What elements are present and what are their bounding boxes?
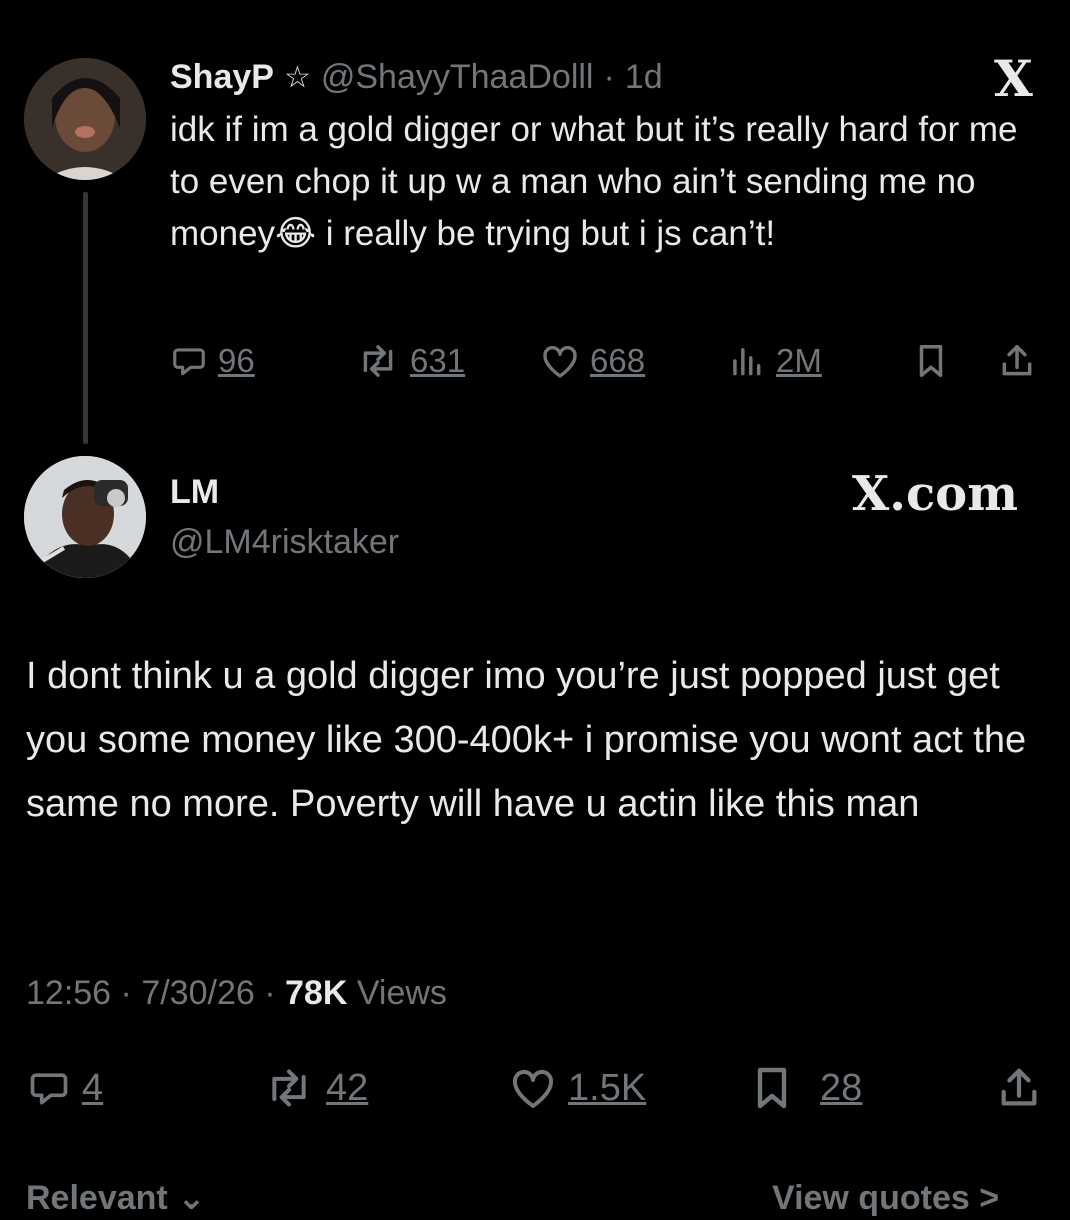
bookmark-icon	[912, 341, 950, 381]
quoted-repost-count: 631	[410, 342, 466, 379]
reply-bookmark-count: 28	[820, 1066, 863, 1109]
quoted-views-button[interactable]: 2M	[726, 336, 822, 386]
quoted-share-button[interactable]	[998, 336, 1036, 386]
star-icon: ☆	[283, 60, 311, 94]
quoted-like-button[interactable]: 668	[540, 336, 645, 386]
quoted-header: ShayP ☆ @ShayyThaaDolll · 1d	[170, 54, 970, 100]
laughing-emoji-icon: 😂	[275, 214, 316, 253]
avatar-shayp[interactable]	[24, 58, 146, 180]
heart-icon	[540, 342, 580, 380]
time-separator: ·	[603, 57, 615, 96]
quoted-like-count: 668	[590, 342, 646, 379]
reply-repost-count: 42	[326, 1066, 369, 1109]
view-quotes-link[interactable]: View quotes >	[772, 1176, 999, 1220]
reply-views-label: Views	[356, 974, 447, 1012]
relevant-sort-dropdown[interactable]: Relevant ⌄	[26, 1176, 206, 1220]
x-logo-icon: X	[994, 49, 1033, 108]
heart-icon	[508, 1066, 558, 1110]
quoted-action-bar: 96 631 668 2M	[170, 336, 1040, 386]
reply-like-count: 1.5K	[568, 1066, 647, 1109]
quoted-repost-button[interactable]: 631	[356, 336, 465, 386]
reply-like-button[interactable]: 1.5K	[508, 1060, 646, 1116]
quoted-text-part2: i really be trying but i js can’t!	[315, 214, 776, 253]
meta-separator: ·	[264, 974, 276, 1012]
repost-icon	[262, 1066, 316, 1110]
quoted-tweet-text: idk if im a gold digger or what but it’s…	[170, 104, 1050, 260]
meta-separator: ·	[120, 974, 132, 1012]
thread-line	[83, 192, 88, 444]
repost-icon	[356, 342, 400, 380]
share-icon	[996, 1063, 1042, 1113]
reply-action-bar: 4 42 1.5K 28	[26, 1060, 1056, 1116]
quoted-reply-count: 96	[218, 342, 255, 379]
avatar-lm[interactable]	[24, 456, 146, 578]
quoted-author-name[interactable]: ShayP	[170, 58, 274, 97]
quoted-timestamp[interactable]: 1d	[625, 58, 663, 97]
reply-icon	[170, 342, 208, 380]
quoted-bookmark-button[interactable]	[912, 336, 950, 386]
share-icon	[998, 341, 1036, 381]
reply-reply-button[interactable]: 4	[26, 1060, 103, 1116]
quoted-reply-button[interactable]: 96	[170, 336, 255, 386]
bookmark-icon	[748, 1063, 796, 1113]
reply-time[interactable]: 12:56	[26, 974, 111, 1012]
views-chart-icon	[726, 342, 766, 380]
quoted-author-handle[interactable]: @ShayyThaaDolll	[321, 58, 594, 97]
reply-meta: 12:56 · 7/30/26 · 78K Views	[26, 970, 447, 1016]
reply-icon	[26, 1066, 72, 1110]
reply-repost-button[interactable]: 42	[262, 1060, 368, 1116]
reply-bookmark-button[interactable]: 28	[748, 1060, 862, 1116]
reply-views-count: 78K	[285, 974, 348, 1012]
x-com-logo: X.com	[852, 466, 1018, 522]
reply-author-handle[interactable]: @LM4risktaker	[170, 520, 399, 564]
reply-author-name[interactable]: LM	[170, 470, 219, 514]
reply-reply-count: 4	[82, 1066, 104, 1109]
reply-share-button[interactable]	[996, 1060, 1042, 1116]
reply-date[interactable]: 7/30/26	[141, 974, 254, 1012]
reply-tweet-text: I dont think u a gold digger imo you’re …	[26, 655, 1027, 825]
quoted-views-count: 2M	[776, 342, 822, 379]
